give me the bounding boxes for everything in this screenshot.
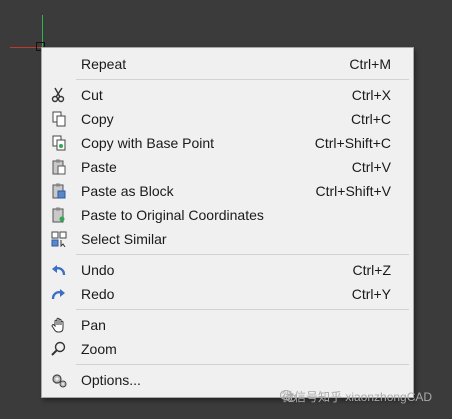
menu-item-copy[interactable]: Copy Ctrl+C: [44, 107, 411, 131]
undo-icon: [52, 265, 66, 276]
menu-item-shortcut: Ctrl+Shift+V: [315, 183, 391, 199]
menu-item-shortcut: Ctrl+Y: [351, 286, 391, 302]
paste-original-icon: [52, 207, 65, 223]
menu-item-label: Cut: [81, 87, 103, 103]
menu-item-shortcut: Ctrl+C: [350, 111, 391, 127]
menu-item-label: Zoom: [81, 341, 117, 357]
gear-icon: [52, 374, 67, 388]
menu-item-label: Copy with Base Point: [81, 135, 215, 151]
menu-item-label: Select Similar: [81, 231, 167, 247]
copy-icon: [52, 111, 66, 127]
menu-item-label: Undo: [81, 262, 115, 278]
hand-icon: [51, 317, 64, 333]
menu-item-shortcut: Ctrl+X: [351, 87, 391, 103]
menu-item-label: Paste as Block: [81, 183, 174, 199]
menu-item-cut[interactable]: Cut Ctrl+X: [44, 83, 411, 107]
menu-item-label: Paste to Original Coordinates: [81, 207, 264, 223]
menu-item-shortcut: Ctrl+M: [349, 56, 391, 72]
menu-item-select-similar[interactable]: Select Similar: [44, 227, 411, 251]
menu-separator: [76, 254, 409, 255]
copy-base-point-icon: [52, 135, 66, 151]
menu-item-paste[interactable]: Paste Ctrl+V: [44, 155, 411, 179]
redo-icon: [51, 289, 65, 300]
paste-block-icon: [52, 183, 66, 199]
menu-item-shortcut: Ctrl+V: [351, 159, 391, 175]
menu-item-copy-with-base-point[interactable]: Copy with Base Point Ctrl+Shift+C: [44, 131, 411, 155]
magnifier-icon: [51, 341, 66, 356]
menu-item-redo[interactable]: Redo Ctrl+Y: [44, 282, 411, 306]
menu-item-pan[interactable]: Pan: [44, 313, 411, 337]
menu-item-zoom[interactable]: Zoom: [44, 337, 411, 361]
watermark-text: 微信号知乎 xiaonzhongCAD: [282, 390, 433, 404]
menu-item-label: Options...: [81, 372, 141, 388]
menu-item-label: Copy: [81, 111, 114, 127]
menu-item-label: Redo: [81, 286, 115, 302]
menu-item-label: Paste: [81, 159, 117, 175]
scissors-icon: [51, 87, 65, 103]
select-similar-icon: [51, 231, 67, 247]
menu-separator: [76, 309, 409, 310]
menu-item-shortcut: Ctrl+Z: [352, 262, 392, 278]
menu-separator: [76, 79, 409, 80]
menu-item-paste-to-original-coordinates[interactable]: Paste to Original Coordinates: [44, 203, 411, 227]
menu-item-shortcut: Ctrl+Shift+C: [314, 135, 391, 151]
paste-icon: [52, 159, 66, 175]
menu-separator: [76, 364, 409, 365]
menu-item-label: Repeat: [81, 56, 127, 72]
menu-item-undo[interactable]: Undo Ctrl+Z: [44, 258, 411, 282]
menu-item-label: Pan: [81, 317, 106, 333]
menu-item-repeat[interactable]: Repeat Ctrl+M: [44, 52, 411, 76]
context-menu: Repeat Ctrl+M Cut Ctrl+X Copy Ctrl+C Cop…: [41, 47, 414, 398]
menu-item-paste-as-block[interactable]: Paste as Block Ctrl+Shift+V: [44, 179, 411, 203]
